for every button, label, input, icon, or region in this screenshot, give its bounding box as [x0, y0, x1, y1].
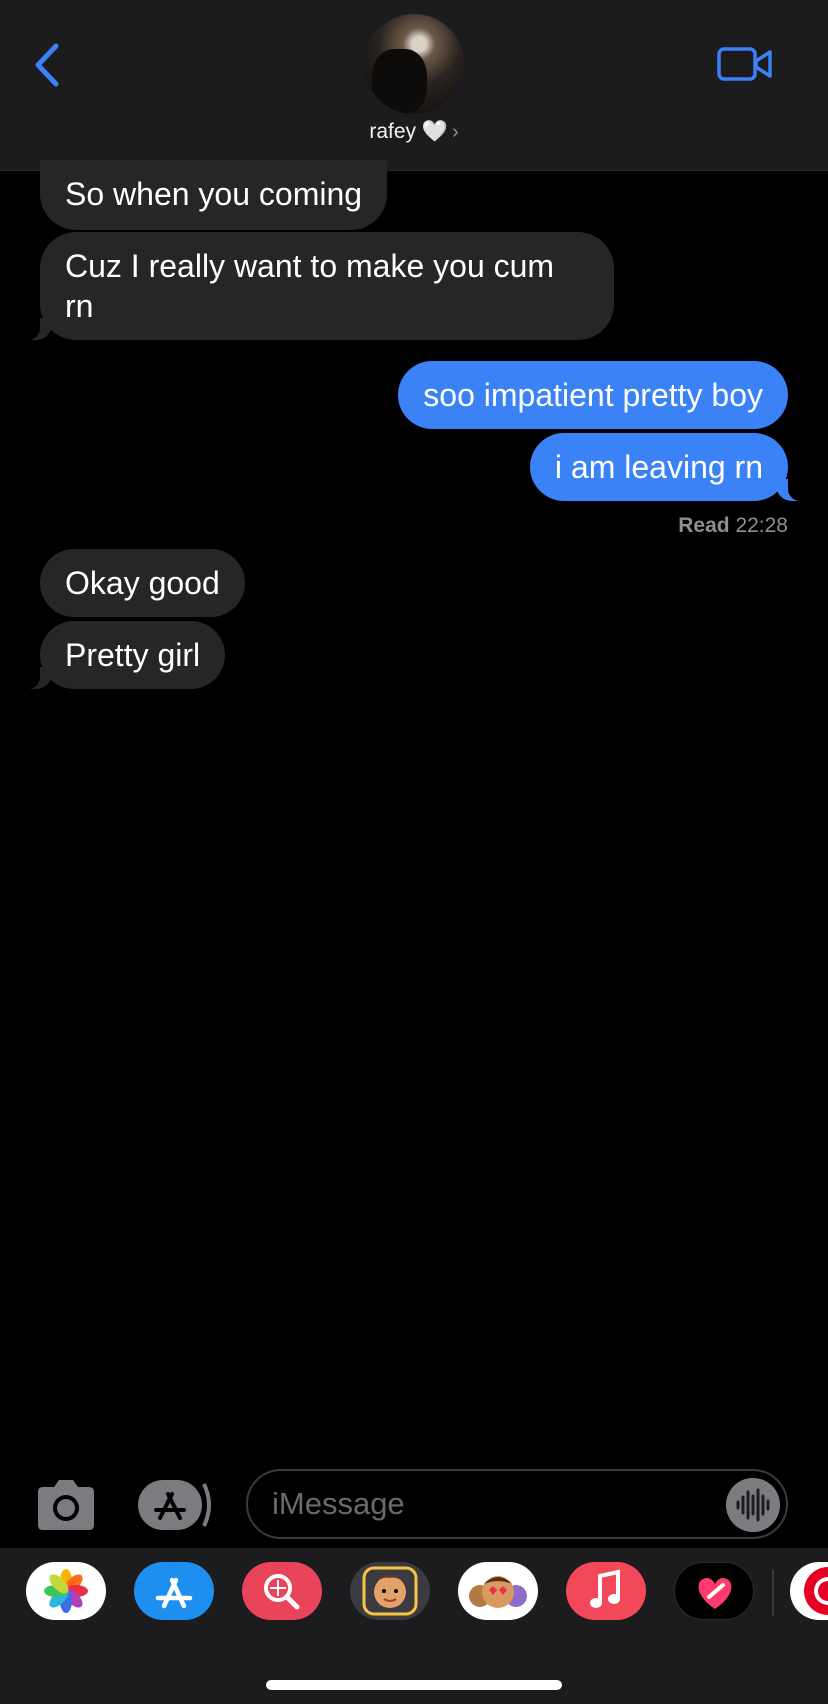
message-text: soo impatient pretty boy — [423, 377, 763, 413]
message-bubble-received[interactable]: Okay good — [40, 549, 245, 617]
message-text: Cuz I really want to make you cum rn — [65, 248, 555, 324]
contact-avatar[interactable] — [364, 14, 464, 114]
chevron-right-icon: › — [452, 121, 459, 143]
message-text: Pretty girl — [65, 637, 201, 673]
message-bubble-received[interactable]: So when you coming — [40, 160, 388, 230]
digital-touch-icon[interactable] — [674, 1562, 754, 1620]
message-text: So when you coming — [65, 176, 363, 212]
camera-icon[interactable] — [34, 1478, 98, 1532]
chevron-left-icon[interactable] — [28, 40, 68, 90]
message-bubble-received[interactable]: Pretty girl — [17, 621, 226, 689]
message-bubble-sent[interactable]: soo impatient pretty boy — [398, 361, 788, 429]
read-receipt: Read 22:28 — [678, 514, 788, 538]
message-input[interactable]: iMessage — [246, 1469, 788, 1539]
read-label: Read — [678, 514, 730, 537]
message-bubble-received[interactable]: Cuz I really want to make you cum rn — [18, 232, 614, 340]
message-input-placeholder: iMessage — [272, 1486, 405, 1521]
message-text: i am leaving rn — [554, 449, 763, 485]
app-drawer — [0, 1548, 828, 1704]
read-time: 22:28 — [735, 514, 788, 537]
audio-waveform-icon[interactable] — [726, 1478, 780, 1532]
photos-icon[interactable] — [26, 1562, 106, 1620]
app-store-icon[interactable] — [134, 1562, 214, 1620]
message-bubble-sent[interactable]: i am leaving rn — [529, 433, 811, 501]
message-text: Okay good — [65, 565, 220, 601]
music-icon[interactable] — [566, 1562, 646, 1620]
drawer-divider — [772, 1570, 774, 1616]
app-store-icon[interactable] — [138, 1480, 214, 1530]
pinterest-icon[interactable] — [790, 1562, 828, 1620]
memoji-stickers-icon[interactable] — [458, 1562, 538, 1620]
home-indicator[interactable] — [266, 1680, 562, 1690]
conversation-header: rafey 🤍 › — [0, 0, 828, 171]
memoji-icon[interactable] — [350, 1562, 430, 1620]
video-camera-icon[interactable] — [716, 44, 774, 84]
contact-name-button[interactable]: rafey 🤍 › — [0, 120, 828, 144]
web-search-icon[interactable] — [242, 1562, 322, 1620]
contact-name: rafey 🤍 — [369, 120, 448, 143]
